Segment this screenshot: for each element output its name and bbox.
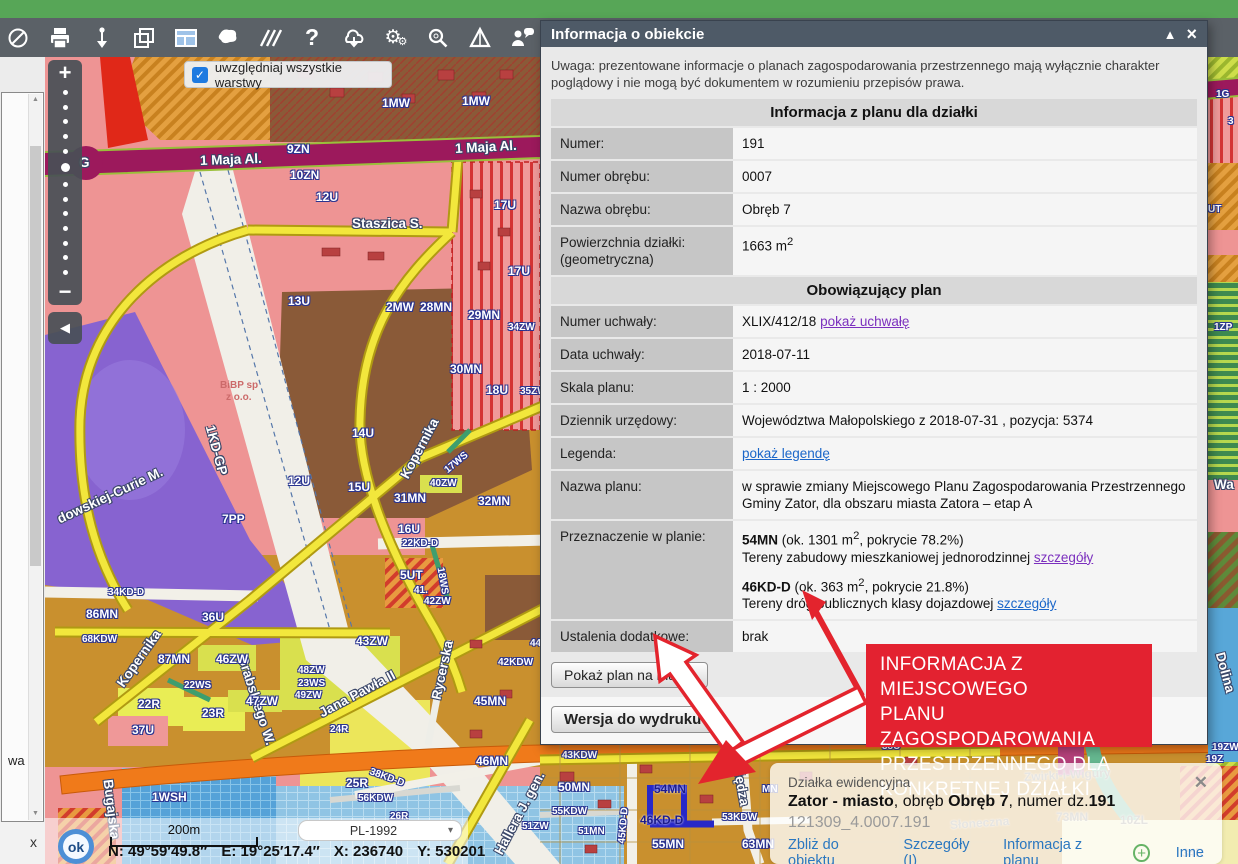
plus-icon[interactable]: +: [1133, 844, 1149, 862]
coordinates-pin-icon[interactable]: [88, 24, 116, 52]
table-row: Numer: 191: [551, 128, 1197, 159]
corner-x-label: x: [30, 834, 37, 850]
other-link[interactable]: Inne: [1176, 845, 1204, 861]
copy-frames-icon[interactable]: [130, 24, 158, 52]
scroll-up-icon[interactable]: ▲: [29, 94, 42, 106]
table-row: Nazwa planu: w sprawie zmiany Miejscoweg…: [551, 471, 1197, 519]
table-row: Dziennik urzędowy: Województwa Małopolsk…: [551, 405, 1197, 436]
popup-heading: Działka ewidencyjna: [788, 775, 1204, 790]
annotation-box: INFORMACJA Z MIEJSCOWEGO PLANU ZAGOSPODA…: [866, 644, 1152, 747]
popup-close-icon[interactable]: ✕: [1194, 773, 1208, 793]
parcel-popup: ✕ Działka ewidencyjna Zator - miasto, ob…: [770, 763, 1222, 864]
dialog-titlebar[interactable]: Informacja o obiekcie ▲ ×: [541, 21, 1207, 47]
top-green-banner: [0, 0, 1238, 20]
chevron-down-icon: ▾: [448, 825, 453, 836]
zoom-control: + −: [48, 60, 82, 305]
scrollbar-thumb[interactable]: [30, 146, 41, 566]
panel-collapse-button[interactable]: ◀: [48, 312, 82, 344]
app-window: 1MW1MW1 Maja Al.1 Maja Al.G9ZN10ZN12U17U…: [0, 0, 1238, 864]
plan-use-entry: 54MN (ok. 1301 m2, pokrycie 78.2%) Teren…: [742, 528, 1188, 566]
show-legend-link[interactable]: pokaż legendę: [742, 446, 830, 461]
parcel-identity: Zator - miasto, obręb Obręb 7, numer dz.…: [788, 793, 1204, 811]
table-row: Numer obrębu: 0007: [551, 161, 1197, 192]
sidebar-panel: wa ▲ ▼: [1, 92, 44, 822]
table-row: Nazwa obrębu: Obręb 7: [551, 194, 1197, 225]
print-version-button[interactable]: Wersja do wydruku: [551, 706, 714, 733]
table-row: Numer uchwały: XLIX/412/18 pokaż uchwałę: [551, 306, 1197, 337]
left-sidebar: wa ▲ ▼: [0, 57, 45, 864]
scroll-down-icon[interactable]: ▼: [29, 808, 42, 820]
section-header-plan: Obowiązujący plan: [551, 277, 1197, 304]
dialog-title: Informacja o obiekcie: [551, 26, 704, 43]
object-info-dialog: Informacja o obiekcie ▲ × Uwaga: prezent…: [540, 20, 1208, 745]
zoom-slider[interactable]: [61, 86, 70, 279]
popup-links: Zbliż do obiektu Szczegóły (I) Informacj…: [788, 837, 1204, 864]
zoom-to-object-link[interactable]: Zbliż do obiektu: [788, 837, 877, 864]
bottom-left-corner: x: [0, 822, 45, 864]
zoom-out-button[interactable]: −: [59, 279, 72, 305]
table-row: Przeznaczenie w planie: 54MN (ok. 1301 m…: [551, 521, 1197, 619]
table-row: Legenda: pokaż legendę: [551, 438, 1197, 469]
zoom-in-button[interactable]: +: [59, 60, 72, 86]
measure-icon[interactable]: [256, 24, 284, 52]
ok-button[interactable]: ok: [58, 829, 94, 864]
section-header-parcel: Informacja z planu dla działki: [551, 99, 1197, 126]
layers-checkbox-panel: ✓ uwzględniaj wszystkie warstwy: [184, 61, 392, 88]
layers-checkbox-label: uwzględniaj wszystkie warstwy: [215, 60, 391, 90]
search-icon[interactable]: [424, 24, 452, 52]
layout-icon[interactable]: [172, 24, 200, 52]
dialog-body: Uwaga: prezentowane informacje o planach…: [541, 47, 1207, 744]
details-link[interactable]: szczegóły: [997, 596, 1056, 611]
scale-label: 200m: [110, 822, 258, 837]
settings-gears-icon[interactable]: ⚙⚙: [382, 24, 410, 52]
sidebar-scrollbar[interactable]: ▲ ▼: [28, 94, 42, 820]
coordinates-readout: N: 49°59′49.8″E: 19°25′17.4″X: 236740Y: …: [108, 843, 499, 860]
details-link[interactable]: szczegóły: [1034, 550, 1093, 565]
sidebar-clipped-text: wa: [8, 753, 25, 768]
slash-circle-icon[interactable]: [4, 24, 32, 52]
dialog-close-icon[interactable]: ×: [1186, 27, 1197, 41]
layers-checkbox[interactable]: ✓: [192, 67, 208, 83]
download-cloud-icon[interactable]: [340, 24, 368, 52]
show-resolution-link[interactable]: pokaż uchwałę: [820, 314, 909, 329]
plan-info-link[interactable]: Informacja z planu: [1003, 837, 1107, 864]
crs-select[interactable]: PL-1992 ▾: [298, 820, 462, 841]
dialog-notice: Uwaga: prezentowane informacje o planach…: [551, 57, 1197, 91]
help-icon[interactable]: ?: [298, 24, 326, 52]
dialog-collapse-icon[interactable]: ▲: [1164, 27, 1177, 42]
table-row: Powierzchnia działki:(geometryczna) 1663…: [551, 227, 1197, 275]
parcel-id: 121309_4.0007.191: [788, 814, 1204, 832]
table-row: Data uchwały: 2018-07-11: [551, 339, 1197, 370]
details-link[interactable]: Szczegóły (I): [903, 837, 977, 864]
region-shape-icon[interactable]: [214, 24, 242, 52]
contact-person-icon[interactable]: [508, 24, 536, 52]
plan-use-entry: 46KD-D (ok. 363 m2, pokrycie 21.8%) Tere…: [742, 575, 1188, 613]
show-plan-on-map-button[interactable]: Pokaż plan na mapie: [551, 662, 708, 688]
warning-prism-icon[interactable]: [466, 24, 494, 52]
print-icon[interactable]: [46, 24, 74, 52]
table-row: Skala planu: 1 : 2000: [551, 372, 1197, 403]
